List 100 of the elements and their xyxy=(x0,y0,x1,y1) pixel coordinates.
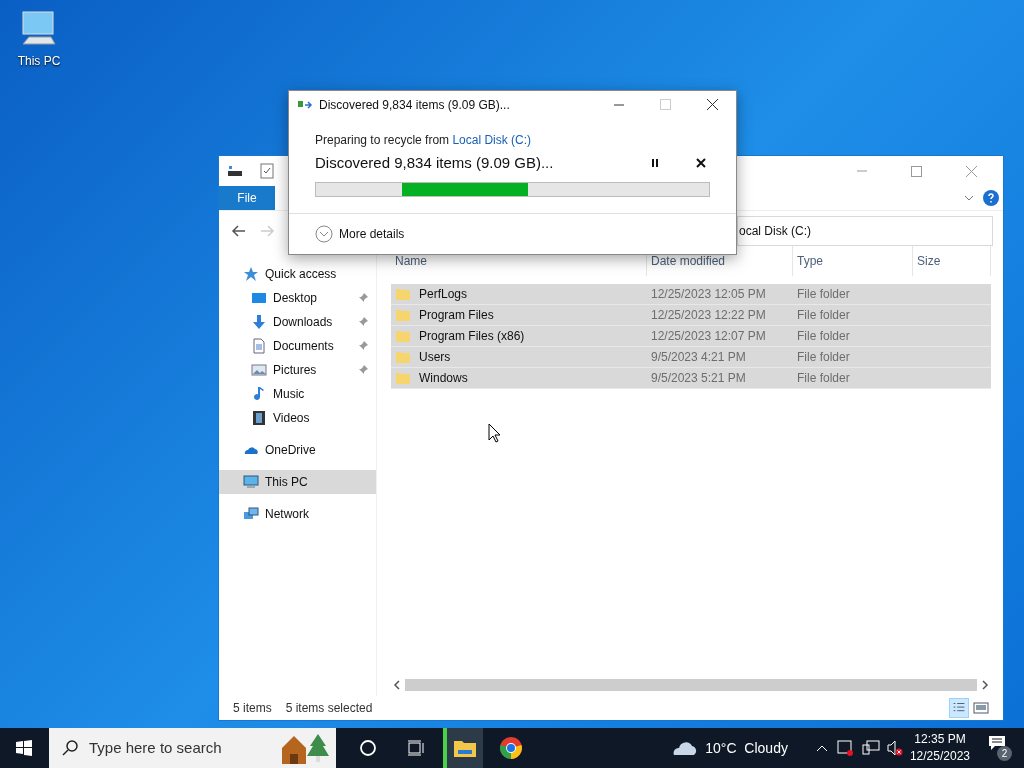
status-sentence: Preparing to recycle from Local Disk (C:) xyxy=(315,131,533,149)
nav-item[interactable]: OneDrive xyxy=(219,438,376,462)
folder-icon xyxy=(395,307,411,323)
nav-label: Quick access xyxy=(265,266,338,283)
nav-label: Downloads xyxy=(273,314,334,331)
taskbar-app[interactable] xyxy=(443,728,483,768)
pause-icon[interactable] xyxy=(650,158,660,168)
star-icon xyxy=(243,266,259,282)
nav-item[interactable]: This PC xyxy=(219,470,376,494)
nav-label: This PC xyxy=(265,474,309,491)
browser-icon[interactable] xyxy=(499,736,523,760)
nav-label: Documents xyxy=(273,338,335,355)
nav-label: Pictures xyxy=(273,362,318,379)
nav-label: Videos xyxy=(273,410,311,427)
checkmark-document-icon[interactable] xyxy=(259,163,275,179)
nav-label: Music xyxy=(273,386,306,403)
address-field[interactable]: ocal Disk (C:) xyxy=(737,215,993,246)
folder-icon xyxy=(453,738,477,758)
column-header[interactable]: Size xyxy=(913,246,991,276)
document-icon xyxy=(251,338,267,354)
minimize-icon[interactable] xyxy=(614,103,624,106)
nav-item[interactable]: Network xyxy=(219,502,376,526)
volume-muted-icon[interactable] xyxy=(885,739,904,757)
clock-date[interactable]: 12/25/2023 xyxy=(909,748,970,765)
folder-icon xyxy=(395,328,411,344)
file-row[interactable]: PerfLogs 12/25/2023 12:05 PM File folder xyxy=(391,284,991,305)
close-icon[interactable] xyxy=(696,158,706,168)
maximize-icon[interactable] xyxy=(911,165,922,177)
horizontal-scrollbar[interactable] xyxy=(391,678,991,692)
type-cell-text: File folder xyxy=(796,286,851,303)
message-icon[interactable] xyxy=(988,735,1006,751)
nav-item[interactable]: Videos xyxy=(219,406,376,430)
file-row[interactable]: Program Files (x86) 12/25/2023 12:07 PM File folder xyxy=(391,326,991,347)
windows-logo-icon[interactable] xyxy=(16,740,32,756)
scroll-left-icon[interactable] xyxy=(391,679,403,691)
selection-count: 5 items selected xyxy=(285,700,373,717)
more-details-button[interactable]: More details xyxy=(315,225,405,244)
search-icon xyxy=(61,739,79,757)
file-row[interactable]: Windows 9/5/2023 5:21 PM File folder xyxy=(391,368,991,389)
task-view-icon[interactable] xyxy=(407,739,425,757)
thumbnail-view-icon[interactable] xyxy=(973,700,989,716)
computer-icon xyxy=(243,474,259,490)
desktop-icon[interactable]: This PC xyxy=(10,8,68,70)
folder-icon xyxy=(395,370,411,386)
move-files-icon xyxy=(297,98,313,111)
file-row[interactable]: Program Files 12/25/2023 12:22 PM File folder xyxy=(391,305,991,326)
type-cell-text: File folder xyxy=(796,307,851,324)
source-link[interactable]: Local Disk (C:) xyxy=(452,132,532,147)
clock-time[interactable]: 12:35 PM xyxy=(914,731,966,748)
help-icon[interactable] xyxy=(983,190,999,206)
scrollbar-thumb[interactable] xyxy=(405,679,977,691)
download-arrow-icon xyxy=(251,314,267,330)
nav-label: Network xyxy=(265,506,310,523)
folder-icon xyxy=(395,349,411,365)
search-field[interactable]: Type here to search xyxy=(49,728,336,768)
file-name: Users xyxy=(419,349,451,366)
file-name: PerfLogs xyxy=(419,286,468,303)
drive-icon[interactable] xyxy=(227,163,243,179)
nav-item[interactable]: Pictures xyxy=(219,358,376,382)
date-cell-text: 12/25/2023 12:22 PM xyxy=(650,307,767,324)
folder-icon xyxy=(395,286,411,302)
weather-text[interactable]: 10°C Cloudy xyxy=(705,737,788,759)
file-name: Program Files (x86) xyxy=(419,328,525,345)
nav-item[interactable]: Desktop xyxy=(219,286,376,310)
nav-item[interactable]: Downloads xyxy=(219,310,376,334)
scroll-right-icon[interactable] xyxy=(979,679,991,691)
cloud-icon xyxy=(671,739,698,757)
nav-item[interactable]: Quick access xyxy=(219,262,376,286)
network-icon xyxy=(243,506,259,522)
circle-icon[interactable] xyxy=(359,739,377,757)
network-icon[interactable] xyxy=(861,739,880,757)
desktop-icon-label: This PC xyxy=(17,53,61,70)
picture-icon xyxy=(251,362,267,378)
item-count: 5 items xyxy=(233,700,272,717)
file-name: Windows xyxy=(419,370,468,387)
date-cell-text: 9/5/2023 4:21 PM xyxy=(650,349,747,366)
type-cell-text: File folder xyxy=(796,370,851,387)
music-note-icon xyxy=(251,386,267,402)
dialog-title: Discovered 9,834 items (9.09 GB)... xyxy=(319,96,511,114)
details-view-icon[interactable] xyxy=(949,698,969,718)
type-cell-text: File folder xyxy=(796,349,851,366)
nav-item[interactable]: Music xyxy=(219,382,376,406)
nav-item[interactable]: Documents xyxy=(219,334,376,358)
maximize-icon xyxy=(660,99,671,111)
progress-heading: Discovered 9,834 items (9.09 GB)... xyxy=(315,152,555,173)
desktop-icon xyxy=(251,290,267,306)
date-cell-text: 9/5/2023 5:21 PM xyxy=(650,370,747,387)
nav-label: Desktop xyxy=(273,290,319,307)
security-alert-icon[interactable] xyxy=(835,739,854,757)
back-arrow-icon[interactable] xyxy=(231,222,247,239)
file-row[interactable]: Users 9/5/2023 4:21 PM File folder xyxy=(391,347,991,368)
file-tab[interactable]: File xyxy=(219,186,275,210)
chevron-down-icon xyxy=(315,225,333,244)
notification-count: 2 xyxy=(997,746,1012,761)
nav-label: OneDrive xyxy=(265,442,317,459)
file-name: Program Files xyxy=(419,307,494,324)
close-icon[interactable] xyxy=(707,99,718,111)
film-icon xyxy=(251,410,267,426)
column-header[interactable]: Type xyxy=(793,246,913,276)
date-cell-text: 12/25/2023 12:05 PM xyxy=(650,286,767,303)
